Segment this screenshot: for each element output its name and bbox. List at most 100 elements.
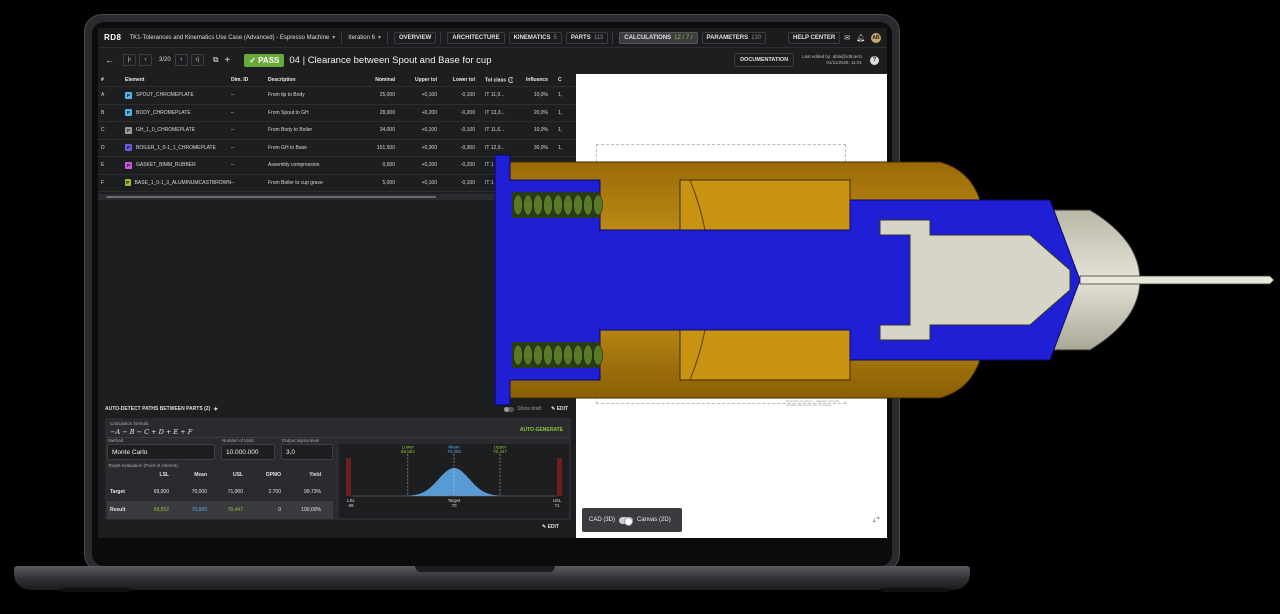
distribution-chart: Lower 69,552 Mean 70,000 Upper 70,447 LSL 69 Tar… — [339, 444, 569, 518]
part-tag-icon: P — [125, 91, 132, 99]
table-cell: 10,0% — [533, 92, 548, 99]
tab-parameters[interactable]: PARAMETERS 130 — [701, 31, 767, 44]
spring-coil — [533, 344, 543, 366]
cad-section-model — [494, 154, 1275, 406]
calculation-panel: Calculation formula −A − B − C + D + E +… — [105, 418, 571, 520]
tab-parts[interactable]: PARTS 113 — [565, 31, 609, 44]
canvas-label[interactable]: Canvas (2D) — [637, 517, 671, 523]
cell: 69,552 — [153, 507, 169, 513]
table-cell: 1, — [558, 109, 563, 116]
table-cell: A — [101, 92, 105, 99]
col-header[interactable]: Nominal — [353, 77, 395, 83]
plus-icon[interactable]: + — [224, 55, 230, 66]
tab-calculations[interactable]: CALCULATIONS 12 / 7 / — [619, 31, 698, 44]
bell-icon[interactable]: 🔔︎ — [856, 34, 865, 42]
laptop-foot — [880, 588, 950, 592]
divider — [387, 31, 388, 44]
sparkle-icon[interactable]: ✦ — [213, 406, 218, 413]
col-header[interactable]: Tol class i — [475, 76, 513, 83]
table-cell: B — [101, 109, 105, 116]
spring-coil — [523, 194, 533, 216]
tab-label: ARCHITECTURE — [452, 34, 500, 41]
help-icon[interactable]: ? — [870, 55, 879, 65]
edit-button[interactable]: ✎ EDIT — [542, 524, 559, 530]
help-center-button[interactable]: HELP CENTER — [788, 31, 841, 44]
table-cell: C — [101, 127, 105, 134]
tab-overview[interactable]: OVERVIEW — [394, 31, 437, 44]
method-select[interactable]: Method Monte Carlo — [107, 438, 215, 460]
method-label: Method — [108, 438, 124, 443]
chevron-down-icon: ▾ — [332, 35, 336, 41]
col-header[interactable]: Upper tol — [395, 77, 437, 83]
table-cell: 20,0% — [533, 109, 548, 116]
marker-value: 70,447 — [493, 449, 507, 454]
axis-value: 69 — [348, 503, 354, 508]
table-cell: P BOILER_1_0-1_1_CHROMEPLATE — [125, 144, 231, 152]
tab-label: CALCULATIONS — [624, 34, 672, 41]
table-row[interactable]: B P BODY_CHROMEPLATE – From Spout to GH 28,00… — [98, 105, 576, 122]
cell: 99,73% — [304, 489, 321, 495]
last-page-button[interactable]: ›| — [190, 54, 204, 66]
view-mode-toggle[interactable]: CAD (3D) Canvas (2D) — [582, 508, 682, 532]
table-row[interactable]: A P SPOUT_CHROMEPLATE – From tip to Body 25,0… — [98, 87, 576, 105]
prev-page-button[interactable]: ‹ — [139, 54, 152, 66]
spring-coil — [583, 344, 593, 366]
tab-kinematics[interactable]: KINEMATICS 5 — [508, 31, 562, 44]
sigma-input[interactable]: Output sigma level 3,0 — [281, 438, 333, 460]
trials-input[interactable]: Number of trials 10.000.000 — [221, 438, 275, 460]
table-cell: -0,200 — [460, 162, 475, 169]
spring-coil — [533, 194, 543, 216]
table-cell: – — [231, 127, 234, 134]
app-logo[interactable]: RD8 — [104, 33, 122, 42]
table-cell: 34,000 — [379, 127, 395, 134]
tab-architecture[interactable]: ARCHITECTURE — [447, 31, 505, 44]
mode-switch[interactable] — [619, 516, 634, 526]
cad-label[interactable]: CAD (3D) — [589, 517, 615, 523]
avatar[interactable]: AB — [871, 32, 881, 43]
scrollbar-thumb[interactable] — [106, 196, 436, 198]
col-header[interactable]: Dim. ID — [231, 77, 268, 83]
col-header[interactable]: Influence — [513, 77, 548, 83]
sigma-value: 3,0 — [286, 449, 296, 456]
part-tag-icon: P — [125, 126, 132, 134]
auto-generate-button[interactable]: AUTO-GENERATE — [520, 427, 563, 433]
spring-coil — [563, 344, 573, 366]
table-cell: P BODY_CHROMEPLATE — [125, 109, 231, 117]
autodetect-label: AUTO-DETECT PATHS BETWEEN PARTS (2) — [105, 406, 211, 412]
laptop-notch — [415, 566, 555, 572]
col-header: # — [101, 77, 104, 83]
back-arrow-icon[interactable]: ← — [105, 55, 114, 65]
tab-count: 5 — [553, 34, 557, 41]
table-cell: -0,100 — [460, 92, 475, 99]
last-edited: Last edited by: abla@rd8.tech 04/11/2025… — [802, 54, 862, 66]
mail-icon[interactable]: ✉ — [844, 34, 850, 42]
distribution-svg: Lower69,552Mean70,000Upper70,447LSL69Tar… — [346, 445, 562, 508]
col-header[interactable]: Element — [125, 77, 231, 83]
col-header[interactable]: C — [548, 77, 576, 83]
chevron-left-icon: ‹ — [144, 57, 147, 63]
spring-coil — [573, 344, 583, 366]
tab-label: KINEMATICS — [513, 34, 551, 41]
spring-coil — [553, 344, 563, 366]
iteration-selector[interactable]: Iteration 6 ▾ — [348, 34, 381, 41]
formula-text[interactable]: −A − B − C + D + E + F — [110, 428, 192, 436]
element-name: BODY_CHROMEPLATE — [136, 109, 191, 116]
project-name: TK1-Tolerances and Kinematics Use Case (… — [129, 35, 330, 41]
tab-count: 113 — [593, 34, 604, 41]
documentation-button[interactable]: DOCUMENTATION — [734, 53, 795, 67]
next-page-button[interactable]: › — [174, 54, 188, 66]
method-value: Monte Carlo — [112, 449, 148, 456]
col-header[interactable]: Description — [268, 77, 353, 83]
table-row[interactable]: C P GH_1_0_CHROMEPLATE – From Body to Boiler… — [98, 122, 576, 140]
first-page-button[interactable]: |‹ — [123, 54, 136, 66]
cell: 70,000 — [191, 489, 207, 495]
divider — [612, 31, 614, 44]
project-selector[interactable]: TK1-Tolerances and Kinematics Use Case (… — [130, 34, 336, 41]
top-bar-right: HELP CENTER ✉ 🔔︎ AB — [788, 31, 887, 44]
col-header[interactable]: Lower tol — [437, 77, 475, 83]
copy-icon[interactable]: ⧉ — [213, 55, 219, 65]
last-page-icon: ›| — [195, 57, 199, 63]
col-header: DPMO — [266, 472, 281, 478]
marker-value: 69,552 — [401, 449, 415, 454]
table-cell: Assembly compression — [268, 162, 320, 169]
